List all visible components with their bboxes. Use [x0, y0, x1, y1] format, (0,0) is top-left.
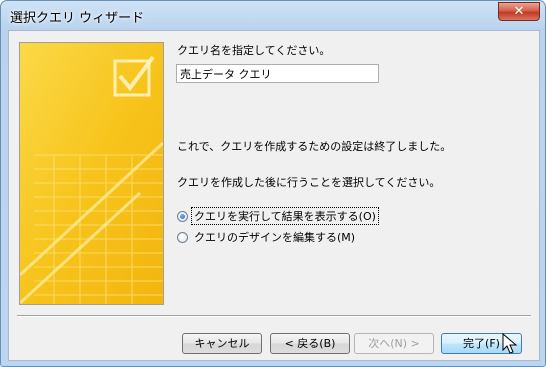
- close-button[interactable]: ✕: [498, 2, 540, 21]
- divider: [17, 315, 531, 317]
- window-title: 選択クエリ ウィザード: [10, 11, 145, 26]
- radio-edit-design-button[interactable]: [177, 231, 188, 243]
- close-icon: ✕: [513, 4, 525, 19]
- wizard-illustration: [19, 42, 164, 305]
- query-name-input[interactable]: [176, 64, 379, 83]
- back-button[interactable]: < 戻る(B): [270, 333, 350, 354]
- query-name-label: クエリ名を指定してください。: [177, 44, 331, 57]
- radio-run-query[interactable]: クエリを実行して結果を表示する(O): [177, 207, 379, 225]
- wizard-window: 選択クエリ ウィザード ✕ クエリ名を指定してください。 売上データ クエリ こ…: [0, 0, 546, 367]
- choose-action-message: クエリを作成した後に行うことを選択してください。: [177, 176, 441, 189]
- title-bar[interactable]: 選択クエリ ウィザード ✕: [1, 1, 545, 31]
- checkmark-icon: [20, 43, 163, 304]
- radio-edit-design-label[interactable]: クエリのデザインを編集する(M): [192, 229, 357, 245]
- mouse-cursor-icon: [502, 333, 518, 354]
- cancel-button[interactable]: キャンセル: [182, 333, 262, 354]
- next-button[interactable]: 次へ(N) >: [354, 333, 434, 354]
- radio-run-query-button[interactable]: [177, 210, 188, 222]
- radio-edit-design[interactable]: クエリのデザインを編集する(M): [177, 229, 357, 245]
- radio-run-query-label[interactable]: クエリを実行して結果を表示する(O): [191, 207, 379, 225]
- dialog-body: クエリ名を指定してください。 これで、クエリを作成するための設定は終了しました。…: [8, 30, 540, 361]
- finished-message: これで、クエリを作成するための設定は終了しました。: [177, 140, 452, 153]
